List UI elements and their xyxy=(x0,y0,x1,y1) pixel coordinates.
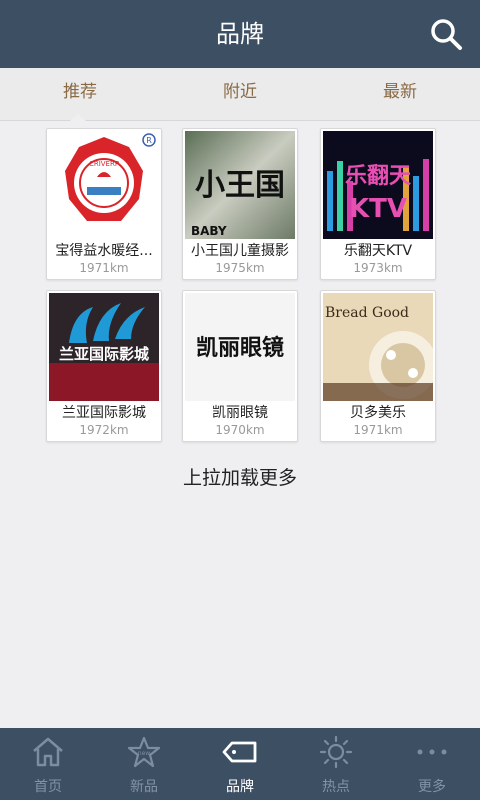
sun-icon xyxy=(318,735,354,769)
brand-distance: 1971km xyxy=(353,423,403,437)
new-star-icon: new xyxy=(126,736,162,768)
brand-card[interactable]: R CRIVERP 宝得益水暖经... 1971km xyxy=(46,128,162,280)
nav-label: 更多 xyxy=(418,779,446,795)
brand-logo-text: 兰亚国际影城 xyxy=(59,345,149,363)
brand-logo-text: 凯丽眼镜 xyxy=(196,335,284,361)
brand-logo-text: CRIVERP xyxy=(89,160,119,168)
brand-logo-subtext: BABY xyxy=(191,224,227,238)
nav-brand[interactable]: 品牌 xyxy=(192,728,288,800)
brand-logo-text: Bread Good xyxy=(325,305,409,321)
brand-card[interactable]: 小王国 BABY 小王国儿童摄影 1975km xyxy=(182,128,298,280)
nav-new[interactable]: new 新品 xyxy=(96,728,192,800)
brand-distance: 1973km xyxy=(353,261,403,275)
brand-name: 小王国儿童摄影 xyxy=(191,243,289,259)
nav-label: 品牌 xyxy=(226,779,254,795)
load-more-hint: 上拉加载更多 xyxy=(182,467,297,489)
active-tab-indicator xyxy=(70,114,86,121)
home-icon xyxy=(30,736,66,768)
nav-more[interactable]: 更多 xyxy=(384,728,480,800)
brand-logo: 乐翻天 KTV xyxy=(323,131,433,239)
nav-hot[interactable]: 热点 xyxy=(288,728,384,800)
brand-logo: 小王国 BABY xyxy=(185,131,295,239)
brand-logo-text: 乐翻天 xyxy=(345,164,412,189)
nav-label: 热点 xyxy=(322,779,350,795)
tab-recommended[interactable]: 推荐 xyxy=(0,68,160,120)
brand-name: 贝多美乐 xyxy=(350,405,406,421)
svg-text:R: R xyxy=(146,136,152,145)
brand-name: 宝得益水暖经... xyxy=(55,243,153,259)
top-bar: 品牌 xyxy=(0,0,480,68)
svg-text:new: new xyxy=(138,750,150,757)
bottom-nav: 首页 new 新品 品牌 热点 更多 xyxy=(0,728,480,800)
brand-logo: 凯丽眼镜 xyxy=(185,293,295,401)
brand-distance: 1975km xyxy=(215,261,265,275)
brand-distance: 1971km xyxy=(79,261,129,275)
brand-name: 凯丽眼镜 xyxy=(212,405,268,421)
brand-logo: 兰亚国际影城 xyxy=(49,293,159,401)
nav-label: 首页 xyxy=(34,779,62,795)
tab-latest[interactable]: 最新 xyxy=(320,68,480,120)
brand-distance: 1970km xyxy=(215,423,265,437)
brand-distance: 1972km xyxy=(79,423,129,437)
brand-logo-text: 小王国 xyxy=(195,168,285,203)
brand-name: 兰亚国际影城 xyxy=(62,405,146,421)
brand-card[interactable]: Bread Good 贝多美乐 1971km xyxy=(320,290,436,442)
brand-name: 乐翻天KTV xyxy=(343,243,413,259)
tag-icon xyxy=(222,736,258,768)
brand-card[interactable]: 兰亚国际影城 兰亚国际影城 1972km xyxy=(46,290,162,442)
brand-logo: R CRIVERP xyxy=(49,131,159,239)
brand-logo: Bread Good xyxy=(323,293,433,401)
nav-label: 新品 xyxy=(130,779,158,795)
brand-logo-subtext: KTV xyxy=(349,194,407,224)
nav-home[interactable]: 首页 xyxy=(0,728,96,800)
more-icon xyxy=(414,736,450,768)
tab-nearby[interactable]: 附近 xyxy=(160,68,320,120)
brand-card[interactable]: 乐翻天 KTV 乐翻天KTV 1973km xyxy=(320,128,436,280)
brand-card[interactable]: 凯丽眼镜 凯丽眼镜 1970km xyxy=(182,290,298,442)
search-icon[interactable] xyxy=(428,16,464,52)
page-title: 品牌 xyxy=(216,20,264,48)
